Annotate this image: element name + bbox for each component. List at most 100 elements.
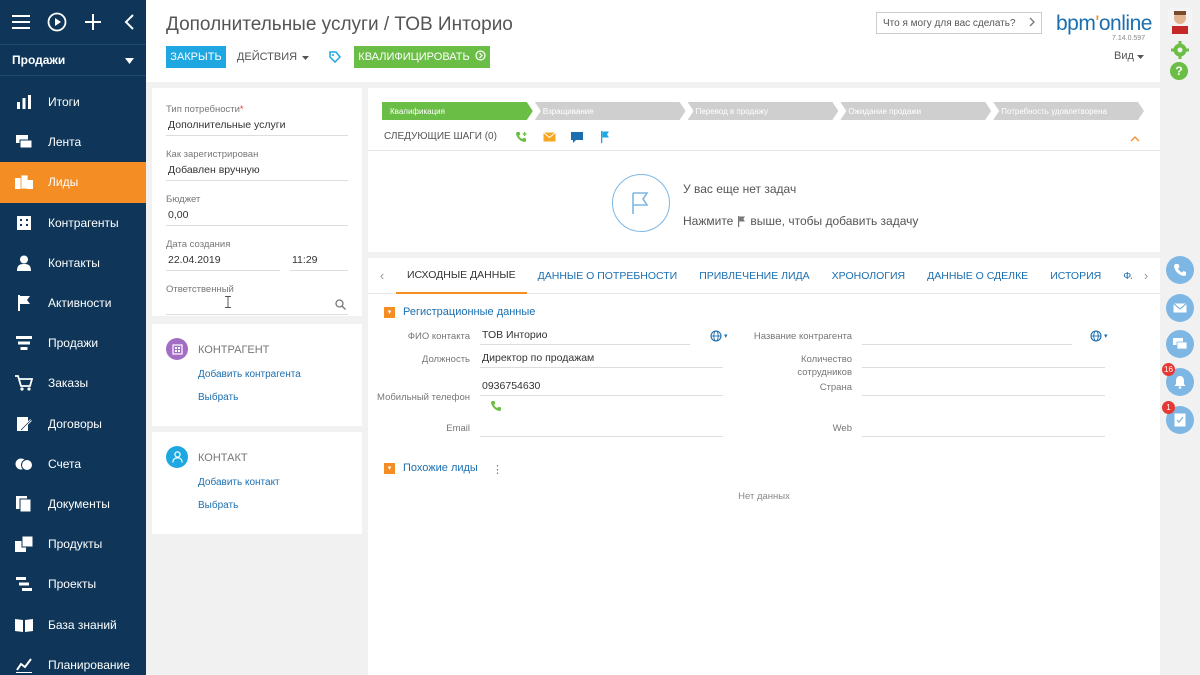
view-label: Вид bbox=[1114, 50, 1134, 62]
menu-icon[interactable] bbox=[10, 11, 32, 33]
need-type-input[interactable]: Дополнительные услуги bbox=[166, 115, 348, 136]
tab-0[interactable]: Исходные данные bbox=[396, 258, 527, 294]
caret-down-icon bbox=[302, 51, 310, 63]
stage-0[interactable]: Квалификация bbox=[382, 102, 533, 120]
page-header: Дополнительные услуги / ТОВ Инторио Закр… bbox=[146, 0, 1160, 82]
created-time-input[interactable]: 11:29 bbox=[290, 250, 348, 271]
play-icon[interactable] bbox=[46, 11, 68, 33]
country-input[interactable] bbox=[862, 377, 1105, 396]
nav-item-13[interactable]: База знаний bbox=[0, 604, 146, 644]
email-input[interactable] bbox=[480, 418, 723, 437]
created-date-input[interactable]: 22.04.2019 bbox=[166, 250, 280, 271]
tab-5[interactable]: История bbox=[1039, 258, 1112, 294]
employees-label: Количество сотрудников bbox=[797, 354, 852, 378]
task-flag-icon[interactable] bbox=[598, 130, 612, 144]
account-header: Контрагент bbox=[198, 344, 270, 356]
email-button[interactable] bbox=[1166, 294, 1194, 322]
avatar[interactable] bbox=[1168, 8, 1192, 34]
nav-item-3[interactable]: Контрагенты bbox=[0, 203, 146, 243]
nav-item-14[interactable]: Планирование bbox=[0, 645, 146, 675]
tab-6[interactable]: Файлы и примечан bbox=[1112, 258, 1132, 294]
nav-item-7[interactable]: Заказы bbox=[0, 363, 146, 403]
nav-item-label: Планирование bbox=[48, 657, 130, 672]
phone-call-icon[interactable] bbox=[490, 400, 502, 412]
bell-icon bbox=[1174, 376, 1186, 389]
position-input[interactable]: Директор по продажам bbox=[480, 349, 723, 368]
add-account-link[interactable]: Добавить контрагента bbox=[198, 369, 301, 380]
gear-icon[interactable] bbox=[1170, 40, 1190, 60]
leads-icon bbox=[14, 172, 34, 192]
tasks-button[interactable]: 1 bbox=[1162, 401, 1194, 434]
mobile-input[interactable]: 0936754630 bbox=[480, 377, 723, 396]
nav-item-label: Счета bbox=[48, 456, 82, 471]
notifications-badge: 16 bbox=[1162, 363, 1175, 376]
stage-4[interactable]: Потребность удовлетворена bbox=[993, 102, 1144, 120]
divider bbox=[368, 150, 1160, 151]
stage-2[interactable]: Перевод в продажу bbox=[688, 102, 839, 120]
budget-field: Бюджет 0,00 bbox=[166, 194, 348, 226]
tab-2[interactable]: Привлечение лида bbox=[688, 258, 820, 294]
collapse-group-icon[interactable]: ▾ bbox=[384, 306, 395, 318]
globe-icon[interactable]: ▾ bbox=[1090, 330, 1112, 342]
nav-item-8[interactable]: Договоры bbox=[0, 404, 146, 444]
account-name-input[interactable] bbox=[862, 326, 1072, 345]
chat-add-icon[interactable] bbox=[570, 130, 584, 144]
email-add-icon[interactable] bbox=[542, 130, 556, 144]
more-options-icon[interactable]: ⋮ bbox=[492, 463, 503, 476]
nav-item-11[interactable]: Продукты bbox=[0, 524, 146, 564]
web-input[interactable] bbox=[862, 418, 1105, 437]
close-button[interactable]: Закрыть bbox=[166, 46, 226, 68]
select-contact-link[interactable]: Выбрать bbox=[198, 500, 238, 511]
tabs-scroll-right-icon[interactable]: › bbox=[1132, 268, 1160, 283]
tab-4[interactable]: Данные о сделке bbox=[916, 258, 1039, 294]
collapse-caret-icon[interactable] bbox=[1130, 134, 1140, 145]
nav-item-9[interactable]: Счета bbox=[0, 444, 146, 484]
collapse-group-icon[interactable]: ▾ bbox=[384, 462, 395, 474]
registered-input[interactable]: Добавлен вручную bbox=[166, 160, 348, 181]
stage-3[interactable]: Ожидание продажи bbox=[840, 102, 991, 120]
qualify-button[interactable]: Квалифицировать bbox=[354, 46, 490, 68]
call-add-icon[interactable] bbox=[514, 130, 528, 144]
nav-item-label: Итоги bbox=[48, 95, 80, 110]
workplace-select[interactable]: Продажи bbox=[0, 44, 146, 76]
tabs-scroll-left-icon[interactable]: ‹ bbox=[368, 268, 396, 283]
registration-group-header[interactable]: ▾ Регистрационные данные bbox=[384, 306, 535, 318]
help-icon[interactable]: ? bbox=[1170, 62, 1188, 80]
flag-circle-icon bbox=[612, 174, 670, 232]
nav-item-4[interactable]: Контакты bbox=[0, 243, 146, 283]
phone-button[interactable] bbox=[1166, 256, 1194, 284]
nav-item-label: Проекты bbox=[48, 577, 97, 592]
nav-list: Итоги Лента Лиды Контрагенты Контакты Активно… bbox=[0, 82, 146, 675]
nav-item-5[interactable]: Активности bbox=[0, 283, 146, 323]
contact-name-input[interactable]: ТОВ Инторио bbox=[480, 326, 690, 345]
command-search-input[interactable]: Что я могу для вас сделать? bbox=[876, 12, 1042, 34]
arrow-circle-icon bbox=[475, 50, 486, 64]
select-account-link[interactable]: Выбрать bbox=[198, 392, 238, 403]
stage-1[interactable]: Взращивание bbox=[535, 102, 686, 120]
nav-item-1[interactable]: Лента bbox=[0, 122, 146, 162]
add-contact-link[interactable]: Добавить контакт bbox=[198, 477, 280, 488]
plus-icon[interactable] bbox=[82, 11, 104, 33]
view-dropdown[interactable]: Вид bbox=[1114, 50, 1144, 62]
nav-item-10[interactable]: Документы bbox=[0, 484, 146, 524]
globe-icon[interactable]: ▾ bbox=[710, 330, 732, 342]
tab-1[interactable]: Данные о потребности bbox=[527, 258, 689, 294]
tab-3[interactable]: Хронология bbox=[821, 258, 916, 294]
actions-dropdown[interactable]: Действия bbox=[237, 46, 310, 68]
tag-button[interactable] bbox=[324, 46, 346, 68]
budget-input[interactable]: 0,00 bbox=[166, 205, 348, 226]
owner-input[interactable] bbox=[166, 295, 348, 315]
nav-item-2[interactable]: Лиды bbox=[0, 162, 146, 203]
notifications-button[interactable]: 16 bbox=[1162, 363, 1194, 396]
nav-item-0[interactable]: Итоги bbox=[0, 82, 146, 122]
employees-input[interactable] bbox=[862, 349, 1105, 368]
nav-item-6[interactable]: Продажи bbox=[0, 323, 146, 363]
feed-button[interactable] bbox=[1166, 330, 1194, 358]
nav-toolbar bbox=[0, 0, 146, 44]
country-label: Страна bbox=[819, 382, 852, 393]
chevron-right-icon[interactable] bbox=[1029, 17, 1035, 30]
search-icon[interactable] bbox=[335, 299, 346, 310]
collapse-left-icon[interactable] bbox=[118, 11, 140, 33]
nav-item-12[interactable]: Проекты bbox=[0, 564, 146, 604]
similar-leads-group-header[interactable]: ▾ Похожие лиды bbox=[384, 462, 478, 474]
